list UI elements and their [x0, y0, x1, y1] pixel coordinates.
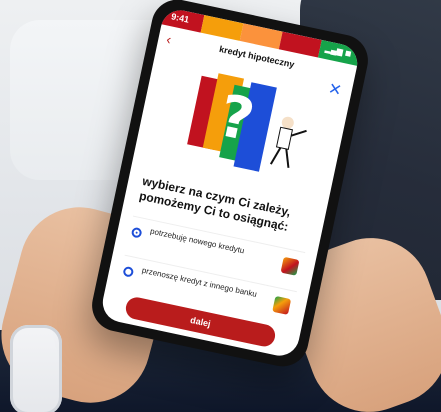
painter-leg-left: [269, 147, 282, 165]
radio-selected-icon[interactable]: [130, 226, 143, 239]
smartwatch: [10, 325, 62, 412]
option-label: potrzebuję nowego kredytu: [149, 226, 246, 256]
radio-unselected-icon[interactable]: [122, 265, 135, 278]
painter-arm: [290, 129, 307, 137]
painter-body: [275, 126, 294, 150]
painter-leg-right: [285, 148, 290, 168]
scene: 9:41 ▂▄▆ ◼ ‹ kredyt hipoteczny ✕ ? wybie…: [0, 0, 441, 412]
house-person-icon: [280, 256, 300, 276]
transfer-icon: [272, 295, 292, 315]
